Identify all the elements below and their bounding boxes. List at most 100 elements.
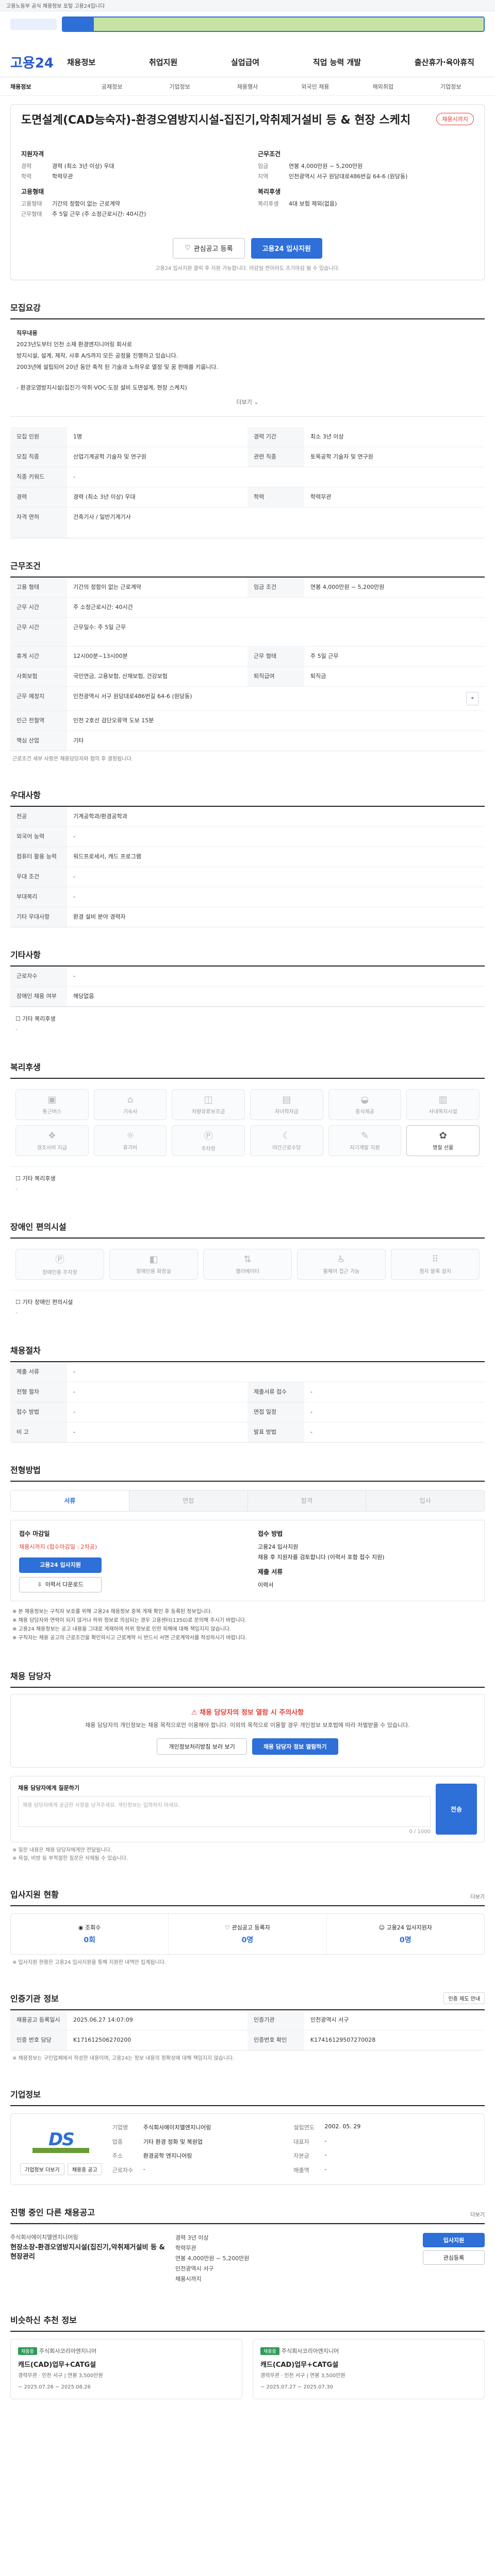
summary-value: 기간의 정함이 없는 근로계약 [52, 200, 120, 207]
question-submit-button[interactable]: 전송 [436, 1783, 477, 1835]
recommend-company: 주식회사코리아엔지니어 [281, 2347, 339, 2354]
subnav-item[interactable]: 공채정보 [78, 82, 145, 91]
table-key: 근무 시간 [10, 617, 67, 646]
notice-line: ※ 본 채용정보는 구직자 보호를 위해 고용24 채용정보 중복 게재 확인 … [12, 1608, 212, 1615]
summary-heading: 지원자격 [21, 150, 44, 158]
step-item: 서류 [11, 1490, 129, 1511]
subnav-item[interactable]: 기업정보 [417, 82, 485, 91]
welfare-label: 통근버스 [42, 1109, 62, 1115]
apply-heading: 제출 서류 [258, 1568, 283, 1575]
alert-heading-label: 채용 담당자의 정보 열람 시 주의사항 [200, 1708, 304, 1717]
subnav-item[interactable]: 기업정보 [146, 82, 213, 91]
company-value: 주식회사에이치엘엔지니어링 [143, 2124, 211, 2131]
job-header-card: 도면설계(CAD능숙자)-환경오염방지시설-집진기,악취제거설비 등 & 현장 … [10, 104, 485, 280]
table-value: 주 5일 근무 [310, 652, 339, 659]
company-key: 업종 [112, 2138, 123, 2145]
table-value: 토목공학 기술자 및 연구원 [310, 453, 373, 460]
table-value: 근무일수: 주 5일 근무 [73, 623, 126, 631]
section-title: 복리후생 [10, 1060, 485, 1079]
related-apply-label: 입사지원 [443, 2236, 465, 2244]
welfare-item: ▥ 사내복지시설 [406, 1089, 480, 1120]
welfare-label: 차량유류보조금 [191, 1109, 225, 1115]
nav-item-leave[interactable]: 출산휴가·육아휴직 [415, 57, 474, 67]
recommend-title[interactable]: 캐드(CAD)업무+CATG설 [260, 2359, 477, 2369]
elevator-icon: ⇅ [243, 1253, 252, 1265]
sub-heading: ☐ 기타 복리후생 [15, 1015, 56, 1022]
welfare-item: ◫ 차량유류보조금 [172, 1089, 245, 1120]
resume-download-button[interactable]: ⇩ 이력서 다운로드 [19, 1577, 102, 1592]
subnav-item[interactable]: 해외취업 [349, 82, 417, 91]
notice-line: ※ 구직자는 채용 공고의 근로조건을 확인하시고 근로계약 시 반드시 서면 … [12, 1635, 247, 1641]
more-label: 더보기 [236, 398, 252, 405]
nav-item-jobs[interactable]: 채용정보 [67, 57, 95, 67]
search-box[interactable] [62, 16, 485, 32]
related-title[interactable]: 현장소장-환경오염방지시설(집진기,악취제거설비 등 & 현장관리 [10, 2243, 165, 2262]
map-button[interactable]: ⌖ [466, 691, 478, 705]
stats-more-link[interactable]: 더보기 [470, 1892, 485, 1900]
related-job-card[interactable]: 주식회사에이치엘엔지니어링 현장소장-환경오염방지시설(집진기,악취제거설비 등… [10, 2224, 485, 2293]
nav-item-benefits[interactable]: 실업급여 [231, 57, 259, 67]
certification-info-button[interactable]: 인증 제도 안내 [443, 1992, 485, 2004]
work-note: 근로조건 세부 사항은 채용담당자와 협의 후 결정됩니다. [12, 756, 133, 762]
recommend-card[interactable]: 채용중 주식회사코리아엔지니어 캐드(CAD)업무+CATG설 경력무관 · 인천… [253, 2338, 485, 2399]
related-meta: 경력 3년 이상 학력무관 연봉 4,000만원 ~ 5,200만원 인천광역시… [175, 2233, 412, 2284]
table-value: K17416129507270028 [310, 2036, 376, 2043]
bottom-spacer [10, 2399, 485, 2420]
nav-item-training[interactable]: 직업 능력 개발 [313, 57, 361, 67]
house-icon: ⌂ [127, 1094, 134, 1105]
table-value: 인천광역시 서구 [310, 2016, 349, 2023]
heart-icon: ♡ [185, 244, 191, 252]
brand-logo[interactable]: 고용24 [10, 53, 57, 72]
table-key: 전형 절차 [10, 1382, 67, 1402]
company-more-button[interactable]: 기업정보 더보기 [20, 2163, 64, 2175]
summary-heading: 고용형태 [21, 188, 44, 195]
privacy-policy-button[interactable]: 개인정보처리방침 보러 보기 [157, 1738, 247, 1755]
present-icon: ✿ [439, 1130, 447, 1141]
apply-now-button[interactable]: 고용24 입사지원 [19, 1557, 102, 1573]
main-nav: 고용24 채용정보 취업지원 실업급여 직업 능력 개발 출산휴가·육아휴직 [0, 47, 495, 77]
company-section: 기업정보 DS 기업정보 더보기 채용중 공고 기업명 주식회사에이치엘엔지니어링… [10, 2088, 485, 2185]
sub-nav: 채용정보 공채정보 기업정보 채용행사 외국인 채용 해외취업 기업정보 [0, 77, 495, 96]
related-apply-button[interactable]: 입사지원 [423, 2232, 485, 2247]
table-value: 12시00분~13시00분 [73, 652, 128, 659]
question-textarea[interactable]: 채용 담당자에게 궁금한 사항을 남겨주세요. 개인정보는 입력하지 마세요. [18, 1795, 431, 1827]
table-key: 사회보험 [10, 666, 67, 686]
table-key: 고용 형태 [10, 577, 67, 597]
desc-line: 2023년도부터 인천 소재 환경엔지니어링 회사로 [16, 341, 133, 348]
nav-item-support[interactable]: 취업지원 [149, 57, 177, 67]
recommend-title[interactable]: 캐드(CAD)업무+CATG설 [18, 2359, 235, 2369]
subnav-item[interactable]: 채용정보 [10, 82, 78, 91]
company-jobs-button[interactable]: 채용중 공고 [67, 2163, 102, 2175]
search-category-select[interactable] [63, 18, 94, 31]
gift-icon: ❖ [47, 1130, 56, 1141]
scrap-button[interactable]: ♡ 관심공고 등록 [173, 238, 245, 259]
site-logo-small[interactable] [10, 19, 57, 30]
more-button[interactable]: 더보기 ⌄ [16, 394, 478, 411]
company-value: 2002. 05. 29 [324, 2123, 361, 2130]
download-icon: ⇩ [37, 1581, 42, 1588]
scrap-label: 관심공고 등록 [193, 245, 233, 253]
search-row [0, 11, 495, 37]
table-key: 경력 기간 [248, 427, 304, 447]
summary-key: 임금 [258, 162, 269, 170]
view-contact-button[interactable]: 채용 담당자 정보 열람하기 [252, 1738, 338, 1755]
apply-button[interactable]: 고용24 입사지원 [251, 238, 322, 259]
section-title: 근무조건 [10, 559, 485, 578]
search-input[interactable] [94, 18, 484, 31]
company-value: - [143, 2166, 145, 2173]
welfare-label: 자녀학자금 [274, 1109, 299, 1115]
related-scrap-button[interactable]: 관심등록 [423, 2250, 485, 2265]
sub-heading-label: 기타 복리후생 [22, 1175, 56, 1182]
subnav-item[interactable]: 채용행사 [213, 82, 281, 91]
sun-icon: ☼ [126, 1130, 135, 1141]
facility-label: 장애인용 화장실 [136, 1268, 171, 1275]
related-more-link[interactable]: 더보기 [470, 2210, 485, 2218]
recommend-section: 비슷하신 추천 정보 채용중 주식회사코리아엔지니어 캐드(CAD)업무+CATG… [10, 2313, 485, 2399]
subnav-item[interactable]: 외국인 채용 [282, 82, 349, 91]
table-key: 우대 조건 [10, 867, 67, 887]
table-value: - [73, 1428, 75, 1435]
welfare-item: ☼ 휴가비 [93, 1125, 167, 1156]
sub-heading-label: 기타 장애인 편의시설 [22, 1298, 73, 1306]
recommend-card[interactable]: 채용중 주식회사코리아엔지니어 캐드(CAD)업무+CATG설 경력무관 · 인천… [10, 2338, 242, 2399]
job-summary: 지원자격 경력 경력 (최소 3년 이상) 우대 학력 학력무관 고용형태 고용형태… [21, 144, 474, 219]
